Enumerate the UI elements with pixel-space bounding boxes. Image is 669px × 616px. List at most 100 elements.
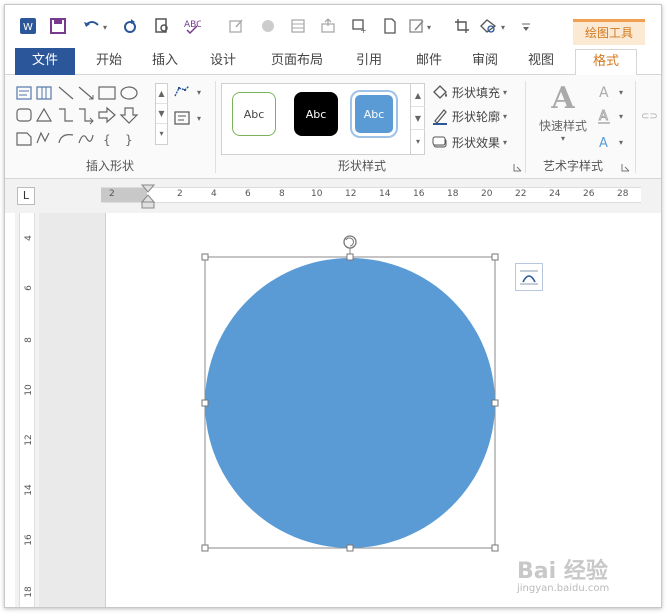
- shape-icons[interactable]: { }: [15, 83, 159, 151]
- text-box-icon: [173, 109, 191, 127]
- customize-qat-icon[interactable]: [517, 15, 535, 37]
- resize-handle-w[interactable]: [201, 399, 209, 407]
- spelling-icon[interactable]: ABC: [181, 15, 203, 37]
- table-icon[interactable]: [287, 15, 309, 37]
- svg-text:▾: ▾: [103, 23, 107, 32]
- tab-selector[interactable]: L: [17, 187, 35, 205]
- vertical-ruler[interactable]: 4 6 8 10 12 14 16 18: [19, 213, 35, 607]
- save-icon[interactable]: [47, 15, 69, 37]
- ruler-tick: 12: [345, 189, 357, 199]
- circle-shape[interactable]: [205, 258, 495, 548]
- indent-marker-icon[interactable]: [141, 184, 155, 210]
- shape-effects-button[interactable]: 形状效果 ▾: [431, 131, 507, 153]
- tab-page-layout[interactable]: 页面布局: [259, 49, 335, 75]
- redo-icon[interactable]: [119, 15, 141, 37]
- tab-references[interactable]: 引用: [343, 49, 395, 75]
- svg-text:A: A: [599, 85, 609, 100]
- tab-format[interactable]: 格式: [575, 49, 637, 76]
- draw-icon[interactable]: ▾: [407, 15, 437, 37]
- ruler-tick: 6: [245, 189, 251, 199]
- horizontal-ruler[interactable]: 2 2 4 6 8 10 12 14 16 18 20 22 24 26 28: [101, 184, 641, 209]
- text-outline-button[interactable]: A ▾: [595, 105, 623, 127]
- style-sample-blue[interactable]: Abc: [352, 92, 396, 136]
- undo-icon[interactable]: ▾: [79, 15, 111, 37]
- rotation-handle-icon[interactable]: [343, 235, 357, 249]
- style-gallery-scroll[interactable]: ▲ ▼ ▾: [410, 84, 425, 154]
- chevron-down-icon: ▾: [503, 111, 508, 121]
- scroll-down-icon[interactable]: ▼: [411, 107, 425, 130]
- word-app-icon[interactable]: W: [17, 15, 39, 37]
- quick-styles-button[interactable]: A 快速样式 ▾: [533, 81, 593, 153]
- resize-handle-nw[interactable]: [201, 253, 209, 261]
- ruler-tick: 20: [481, 189, 493, 199]
- ruler-tick: 22: [515, 189, 527, 199]
- text-direction-icon[interactable]: ⊂⊃: [641, 105, 658, 127]
- shape-outline-button[interactable]: 形状轮廓 ▾: [431, 105, 507, 127]
- chevron-down-icon: ▾: [560, 134, 565, 143]
- selected-shape[interactable]: [195, 231, 507, 557]
- insert-object-icon[interactable]: [317, 15, 339, 37]
- record-icon[interactable]: [257, 15, 279, 37]
- shape-effects-label: 形状效果: [452, 135, 501, 150]
- dialog-launcher-icon[interactable]: [513, 161, 522, 172]
- text-box-button[interactable]: ▾: [173, 107, 201, 129]
- layout-options-button[interactable]: [515, 263, 543, 291]
- chevron-down-icon: ▾: [197, 113, 202, 123]
- tab-design[interactable]: 设计: [197, 49, 249, 75]
- watermark-sub: jingyan.baidu.com: [517, 583, 610, 594]
- group-insert-shapes-label: 插入形状: [85, 159, 134, 173]
- resize-handle-n[interactable]: [346, 253, 354, 261]
- gallery-more-icon[interactable]: ▾: [411, 130, 425, 153]
- shape-gallery-scroll[interactable]: ▲ ▼ ▾: [155, 83, 168, 145]
- scroll-up-icon[interactable]: ▲: [411, 84, 425, 107]
- style-sample-outline[interactable]: Abc: [232, 92, 276, 136]
- shapes-dropdown-icon[interactable]: ▾: [477, 15, 511, 37]
- chevron-down-icon: ▾: [619, 87, 624, 97]
- svg-text:+: +: [360, 26, 367, 34]
- text-effects-icon: A: [595, 133, 613, 151]
- ruler-tick: 10: [24, 384, 34, 396]
- ruler-tick: 26: [583, 189, 595, 199]
- resize-handle-s[interactable]: [346, 544, 354, 552]
- tab-file[interactable]: 文件: [15, 48, 75, 75]
- svg-text:}: }: [125, 133, 133, 147]
- resize-handle-e[interactable]: [491, 399, 499, 407]
- crop-icon[interactable]: [451, 15, 473, 37]
- new-document-icon[interactable]: [379, 15, 401, 37]
- gallery-more-icon[interactable]: ▾: [156, 124, 167, 144]
- ruler-tick: 2: [177, 189, 183, 199]
- chevron-down-icon: ▾: [197, 87, 202, 97]
- watermark: Bai 经验 jingyan.baidu.com: [517, 553, 609, 594]
- edit-icon[interactable]: [225, 15, 247, 37]
- quick-access-toolbar: W ▾ ABC + ▾ ▾ 绘图工具: [5, 5, 661, 45]
- picture-icon[interactable]: +: [349, 15, 371, 37]
- tab-insert[interactable]: 插入: [139, 49, 191, 75]
- effects-icon: [431, 133, 449, 151]
- tab-mailings[interactable]: 邮件: [403, 49, 455, 75]
- resize-handle-ne[interactable]: [491, 253, 499, 261]
- chevron-down-icon: ▾: [503, 87, 508, 97]
- vertical-ruler-area: 4 6 8 10 12 14 16 18: [15, 213, 39, 607]
- tab-view[interactable]: 视图: [515, 49, 567, 75]
- print-preview-icon[interactable]: [151, 15, 173, 37]
- tab-review[interactable]: 审阅: [459, 49, 511, 75]
- style-sample-dark[interactable]: Abc: [294, 92, 338, 136]
- scroll-up-icon[interactable]: ▲: [156, 84, 167, 104]
- shape-fill-label: 形状填充: [452, 85, 501, 100]
- watermark-text: Bai 经验: [517, 559, 608, 584]
- resize-handle-se[interactable]: [491, 544, 499, 552]
- shape-fill-button[interactable]: 形状填充 ▾: [431, 81, 507, 103]
- chevron-down-icon: ▾: [619, 137, 624, 147]
- text-fill-button[interactable]: A ▾: [595, 81, 623, 103]
- shape-gallery[interactable]: { }: [15, 83, 159, 151]
- shape-style-gallery[interactable]: Abc Abc Abc ▲ ▼ ▾: [221, 83, 425, 155]
- svg-text:{: {: [103, 133, 111, 147]
- scroll-down-icon[interactable]: ▼: [156, 104, 167, 124]
- chevron-down-icon: ▾: [619, 111, 624, 121]
- edit-shape-button[interactable]: ▾: [173, 81, 201, 103]
- tab-home[interactable]: 开始: [83, 49, 135, 75]
- text-effects-button[interactable]: A ▾: [595, 131, 623, 153]
- dialog-launcher-icon[interactable]: [621, 161, 630, 172]
- group-divider: [525, 81, 526, 173]
- resize-handle-sw[interactable]: [201, 544, 209, 552]
